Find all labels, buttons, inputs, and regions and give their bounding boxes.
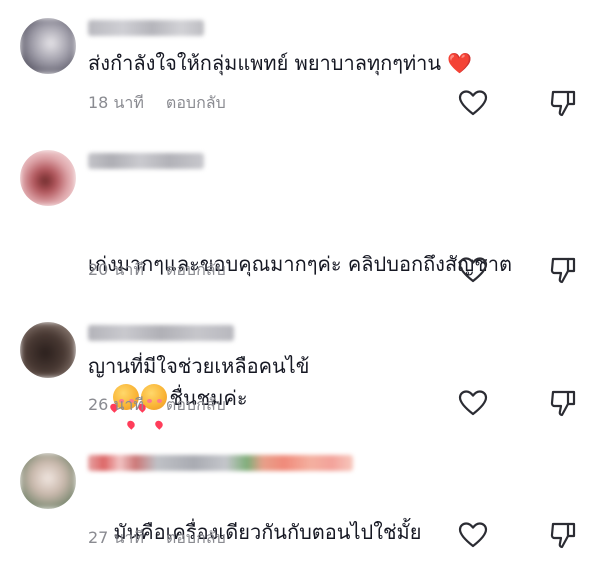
username-blurred[interactable] [88,20,204,36]
comment-text-body: ส่งกำลังใจให้กลุ่มแพทย์ พยาบาลทุกๆท่าน [88,51,442,75]
comment-meta: 26 นาที ตอบกลับ [88,395,226,415]
comment-meta: 18 นาที ตอบกลับ [88,93,226,113]
heart-outline-icon[interactable] [458,520,488,550]
heart-emoji: ❤️ [447,51,472,75]
username-blurred[interactable] [88,325,234,341]
heart-outline-icon[interactable] [458,388,488,418]
thumbs-down-icon[interactable] [548,88,578,118]
thumbs-down-icon[interactable] [548,255,578,285]
comment-meta: 20 นาที ตอบกลับ [88,260,226,280]
comment-text: ส่งกำลังใจให้กลุ่มแพทย์ พยาบาลทุกๆท่าน ❤️ [88,46,472,80]
avatar[interactable] [20,150,76,206]
heart-outline-icon[interactable] [458,88,488,118]
comment-time: 18 นาที [88,93,144,112]
comment-time: 20 นาที [88,260,144,279]
reply-button[interactable]: ตอบกลับ [166,260,226,280]
avatar[interactable] [20,18,76,74]
thumbs-down-icon[interactable] [548,388,578,418]
username-blurred[interactable] [88,455,353,471]
comment-time: 27 นาที [88,528,144,547]
reply-button[interactable]: ตอบกลับ [166,93,226,113]
reply-button[interactable]: ตอบกลับ [166,528,226,548]
thumbs-down-icon[interactable] [548,520,578,550]
heart-outline-icon[interactable] [458,255,488,285]
reply-button[interactable]: ตอบกลับ [166,395,226,415]
username-blurred[interactable] [88,153,204,169]
comment-meta: 27 นาที ตอบกลับ [88,528,226,548]
avatar[interactable] [20,322,76,378]
avatar[interactable] [20,453,76,509]
comment-time: 26 นาที [88,395,144,414]
